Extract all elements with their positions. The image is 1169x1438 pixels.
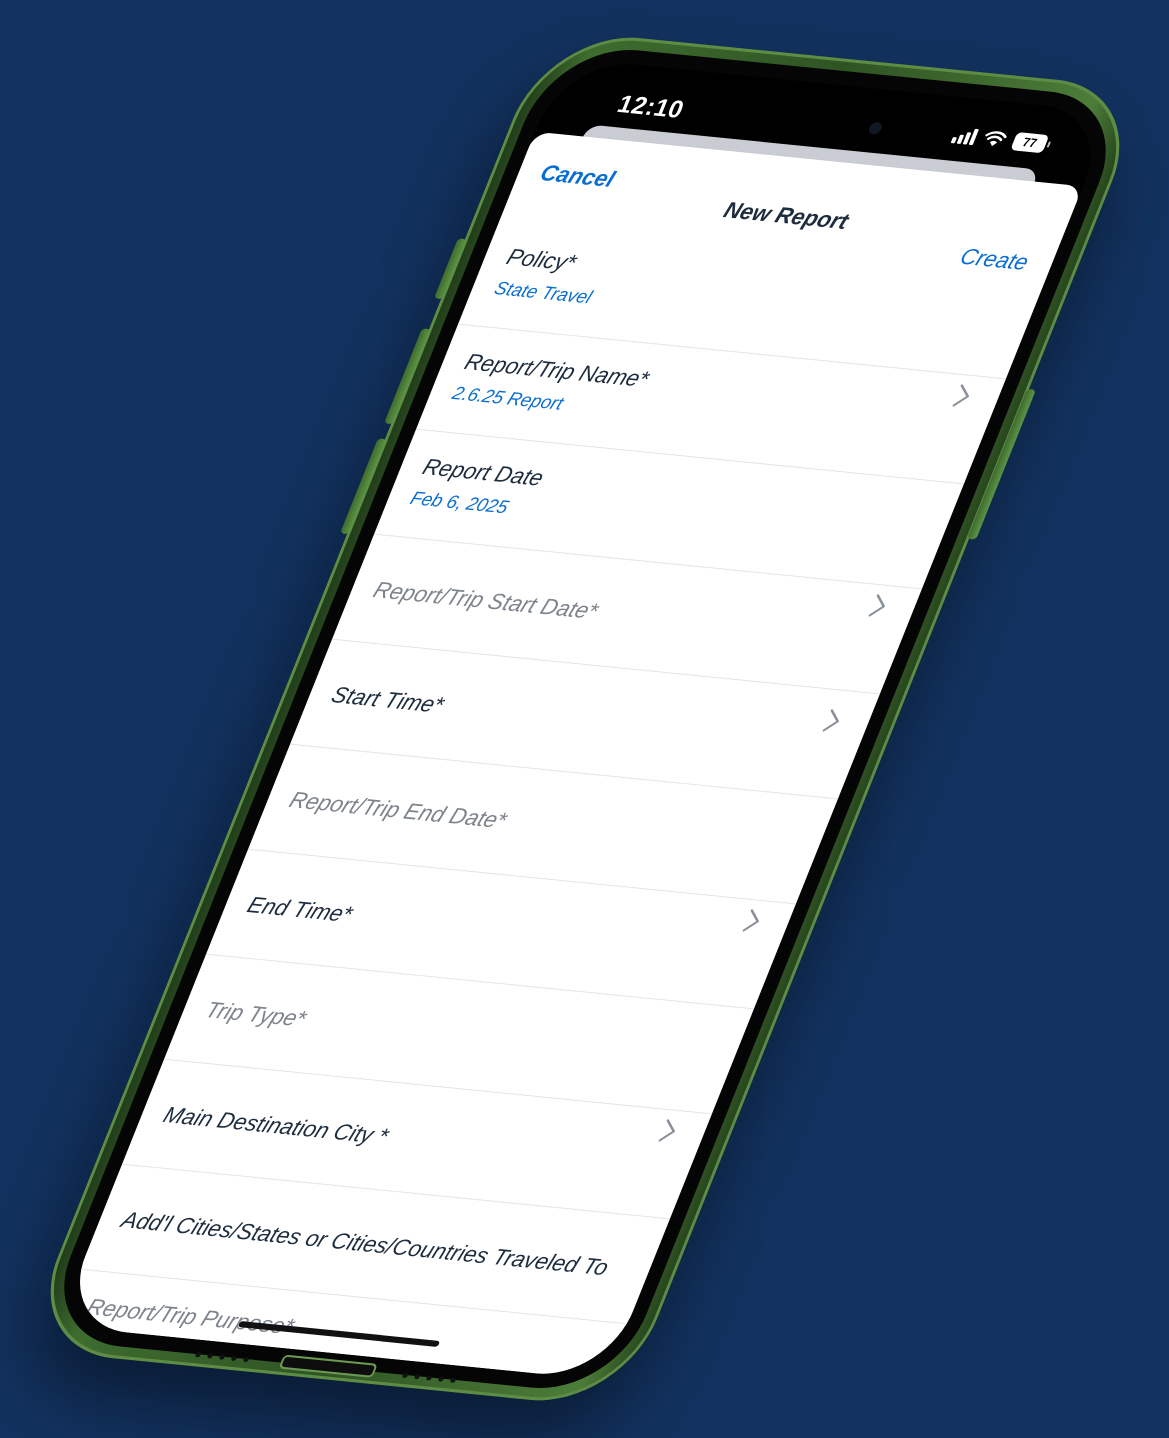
status-icons: 77 — [950, 126, 1050, 154]
field-label: Add'l Cities/States or Cities/Countries … — [117, 1206, 613, 1281]
chevron-right-icon — [741, 908, 765, 933]
field-label: Main Destination City * — [159, 1101, 393, 1150]
field-label: Start Time* — [327, 681, 448, 718]
battery-icon: 77 — [1010, 132, 1050, 154]
field-label: Policy* — [503, 243, 581, 276]
report-form-list: Policy* State Travel Report/Trip Name* 2… — [57, 219, 1048, 1381]
chevron-right-icon — [867, 593, 891, 618]
new-report-sheet: Cancel New Report Create Policy* State T… — [57, 131, 1083, 1381]
field-value: State Travel — [491, 277, 596, 308]
field-label: Trip Type* — [201, 996, 311, 1032]
wifi-icon — [981, 130, 1009, 148]
chevron-right-icon — [657, 1118, 681, 1143]
field-label: Report Date — [419, 453, 548, 491]
field-value: Feb 6, 2025 — [407, 487, 512, 518]
field-value: 2.6.25 Report — [449, 382, 567, 414]
cellular-signal-icon — [950, 127, 979, 146]
field-label: Report/Trip Start Date* — [369, 576, 602, 625]
status-time: 12:10 — [613, 90, 689, 124]
field-label: End Time* — [243, 891, 357, 928]
background-stage: 12:10 77 Cancel New Report Create Policy… — [0, 0, 1169, 1438]
front-camera-icon — [867, 121, 884, 135]
phone-device: 12:10 77 Cancel New Report Create Policy… — [21, 29, 1149, 1409]
phone-screen: 12:10 77 Cancel New Report Create Policy… — [57, 57, 1113, 1381]
chevron-right-icon — [821, 708, 845, 733]
field-label: Report/Trip End Date* — [285, 786, 511, 834]
chevron-right-icon — [951, 383, 975, 408]
speaker-grille-left — [194, 1352, 250, 1363]
speaker-grille-right — [401, 1372, 457, 1383]
